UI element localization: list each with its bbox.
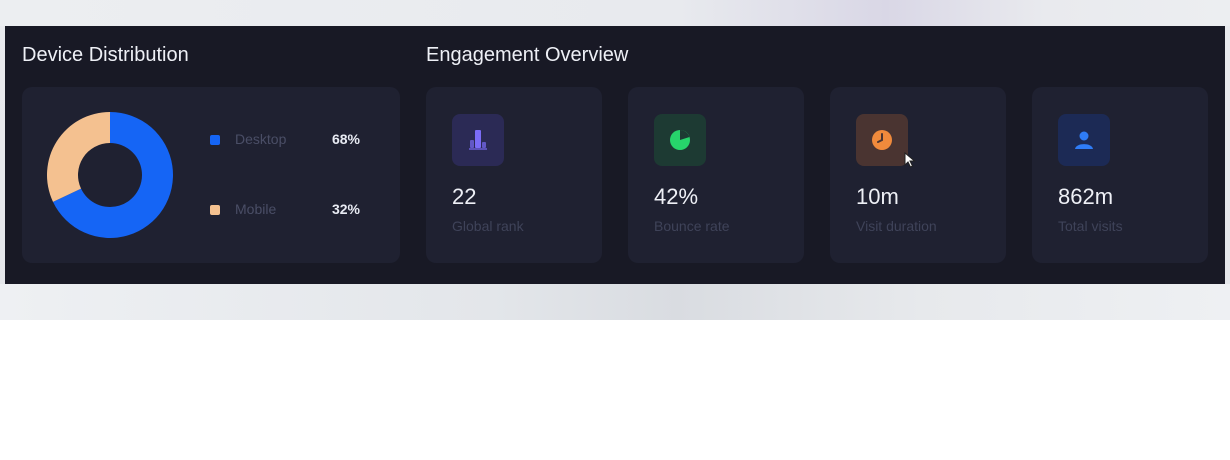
device-distribution-title: Device Distribution [22, 44, 189, 66]
donut-slice-mobile[interactable] [47, 112, 110, 202]
metric-card-total-visits[interactable] [1032, 87, 1208, 263]
legend-swatch-mobile [210, 205, 220, 215]
bar-chart-icon [452, 114, 504, 166]
metric-label-global-rank: Global rank [452, 218, 524, 234]
clock-icon [856, 114, 908, 166]
mouse-cursor-icon [904, 152, 916, 168]
metric-label-visit-duration: Visit duration [856, 218, 937, 234]
metric-value-visit-duration: 10m [856, 184, 899, 209]
engagement-overview-title: Engagement Overview [426, 44, 629, 66]
legend-value: 32% [331, 201, 360, 217]
metric-card-global-rank[interactable] [426, 87, 602, 263]
user-icon [1058, 114, 1110, 166]
metric-card-bounce-rate[interactable] [628, 87, 804, 263]
background-bottom [0, 284, 1230, 320]
pie-chart-icon [654, 114, 706, 166]
legend-item-desktop[interactable]: Desktop 68% [210, 130, 360, 150]
metric-label-total-visits: Total visits [1058, 218, 1123, 234]
metric-value-global-rank: 22 [452, 184, 477, 209]
legend-label: Desktop [235, 131, 287, 147]
legend-value: 68% [331, 131, 360, 147]
device-donut-chart [47, 112, 173, 238]
metric-value-total-visits: 862m [1058, 184, 1114, 209]
metric-card-visit-duration[interactable] [830, 87, 1006, 263]
background-top [0, 0, 1230, 26]
legend-swatch-desktop [210, 135, 220, 145]
metric-label-bounce-rate: Bounce rate [654, 218, 730, 234]
metric-value-bounce-rate: 42% [654, 184, 699, 209]
legend-label: Mobile [235, 201, 277, 217]
legend-item-mobile[interactable]: Mobile 32% [210, 200, 360, 220]
